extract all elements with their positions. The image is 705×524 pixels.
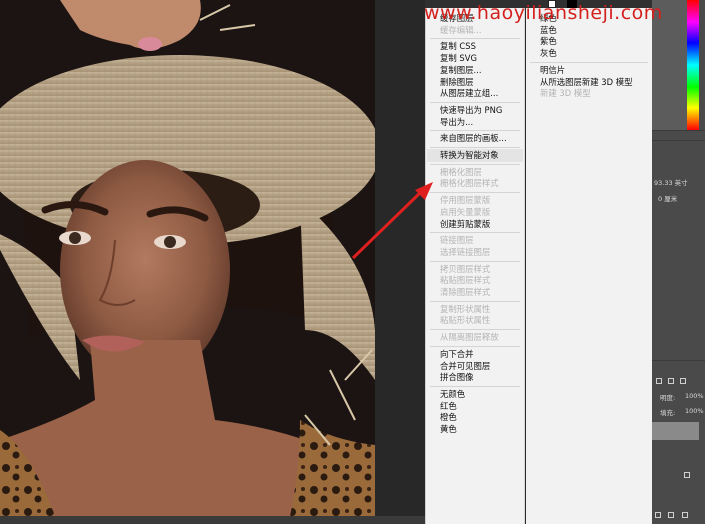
menu-item[interactable]: 拼合图像: [440, 372, 474, 382]
menu-separator: [430, 130, 520, 132]
menu-separator: [430, 385, 520, 387]
smart-object-icon[interactable]: [680, 378, 686, 384]
menu-item[interactable]: 灰色: [540, 48, 557, 58]
menu-item[interactable]: 从图层建立组...: [440, 88, 498, 98]
menu-item[interactable]: 红色: [440, 401, 457, 411]
menu-item[interactable]: 复制图层...: [440, 65, 482, 75]
canvas-scrollbar[interactable]: [0, 516, 425, 524]
menu-item: 粘贴形状属性: [440, 315, 491, 326]
menu-item[interactable]: 向下合并: [440, 349, 474, 359]
menu-item: 链接图层: [440, 235, 474, 246]
menu-item: 粘贴图层样式: [440, 275, 491, 286]
opacity-value[interactable]: 100%: [685, 392, 704, 400]
layer-context-menu: 缓存图层 缓存编辑... 复制 CSS 复制 SVG 复制图层... 删除图层 从图层建立组…: [425, 8, 525, 524]
menu-separator: [430, 101, 520, 103]
portrait-image: [0, 0, 375, 516]
fill-value[interactable]: 100%: [685, 407, 704, 415]
menu-separator: [430, 329, 520, 331]
menu-separator: [430, 163, 520, 165]
menu-item: 启用矢量蒙版: [440, 206, 491, 217]
menu-item: 新建 3D 模型: [540, 88, 591, 99]
menu-item[interactable]: 蓝色: [540, 25, 557, 35]
menu-item[interactable]: 创建剪贴蒙版: [440, 219, 490, 229]
red-arrow-annotation: [351, 182, 433, 260]
menu-item[interactable]: 从所选图层新建 3D 模型: [540, 77, 632, 87]
menu-separator: [430, 300, 520, 302]
menu-item[interactable]: 删除图层: [440, 77, 474, 87]
menu-item[interactable]: 来自图层的画板...: [440, 133, 507, 143]
menu-item[interactable]: 黄色: [440, 424, 457, 434]
menu-item[interactable]: 合并可见图层: [440, 361, 490, 371]
menu-item: 缓存编辑...: [440, 24, 482, 35]
height-value: 0 厘米: [658, 195, 678, 203]
menu-item[interactable]: 明信片: [540, 65, 565, 75]
panel-divider: [652, 360, 705, 361]
canvas-photo: [0, 0, 375, 516]
panel-divider: [652, 130, 705, 131]
menu-separator: [530, 61, 648, 63]
lock-icon[interactable]: [684, 472, 690, 478]
new-group-icon[interactable]: [655, 512, 661, 518]
menu-item: 栅格化图层样式: [440, 178, 499, 189]
menu-item: 清除图层样式: [440, 287, 491, 297]
opacity-label: 明度:: [660, 394, 676, 402]
width-value: 93.33 英寸: [654, 179, 688, 187]
type-icon[interactable]: [656, 378, 662, 384]
layer-context-menu-continued: 绿色 蓝色 紫色 灰色 明信片 从所选图层新建 3D 模型 新建 3D 模型: [526, 8, 652, 524]
menu-item[interactable]: 复制 CSS: [440, 41, 476, 51]
menu-separator: [430, 147, 520, 148]
menu-item[interactable]: 转换为智能对象: [440, 150, 499, 160]
trash-icon[interactable]: [682, 512, 688, 518]
watermark: www.haoyiliansheji.com: [424, 2, 663, 24]
menu-item[interactable]: 紫色: [540, 36, 557, 46]
fill-label: 填充:: [660, 409, 676, 417]
menu-item[interactable]: 复制 SVG: [440, 53, 477, 63]
menu-item[interactable]: 导出为...: [440, 117, 473, 127]
menu-item[interactable]: 无颜色: [440, 389, 465, 399]
transform-icon[interactable]: [668, 378, 674, 384]
menu-item: 选择链接图层: [440, 246, 491, 257]
menu-item: 拷贝图层样式: [440, 263, 491, 274]
menu-item[interactable]: 快速导出为 PNG: [440, 105, 502, 115]
menu-item: 栅格化图层: [440, 166, 482, 177]
menu-separator: [430, 38, 520, 40]
menu-separator: [430, 345, 520, 347]
menu-item: 停用图层蒙版: [440, 195, 491, 206]
menu-item: 从隔离图层释放: [440, 332, 499, 343]
menu-item[interactable]: 橙色: [440, 412, 457, 422]
new-layer-icon[interactable]: [668, 512, 674, 518]
menu-item: 复制形状属性: [440, 303, 491, 314]
selected-layer-row[interactable]: [652, 422, 699, 440]
hue-slider[interactable]: [687, 0, 699, 130]
panel-divider: [652, 140, 705, 141]
